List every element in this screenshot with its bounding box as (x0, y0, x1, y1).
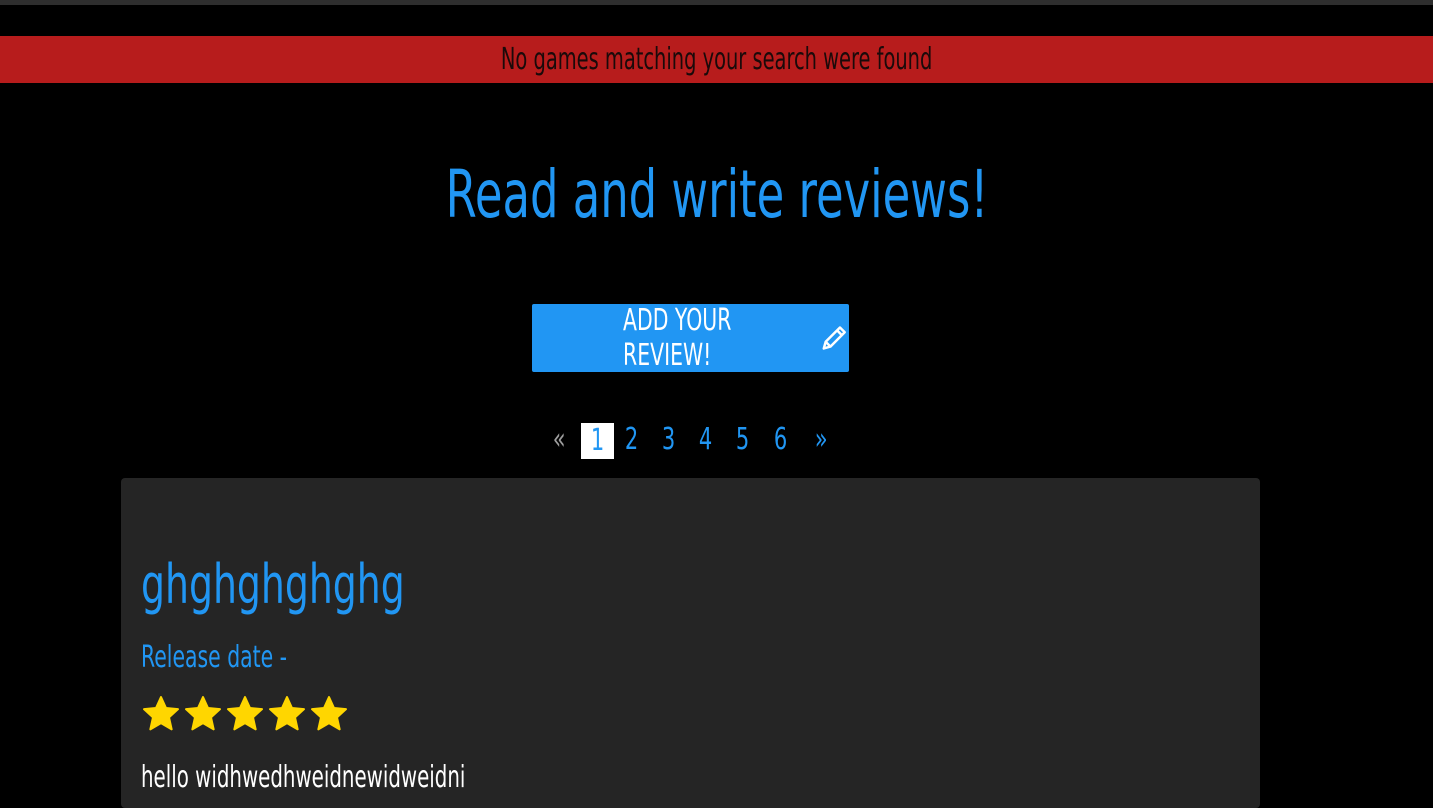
top-border (0, 0, 1433, 5)
pagination-prev[interactable]: « (544, 420, 574, 460)
page-headline: Read and write reviews! (0, 150, 1433, 240)
headline-text: Read and write reviews! (445, 156, 988, 233)
star-icon (143, 696, 179, 731)
pagination: « 1 2 3 4 5 6 » (0, 420, 1433, 460)
pagination-next[interactable]: » (806, 420, 836, 460)
star-icon (185, 696, 221, 731)
alert-message: No games matching your search were found (500, 42, 933, 77)
page-link-2[interactable]: 2 (617, 420, 647, 460)
pencil-icon (822, 326, 846, 350)
review-body: hello widhwedhweidnewidweidni (141, 760, 466, 795)
star-icon (227, 696, 263, 731)
page-link-4[interactable]: 4 (691, 420, 721, 460)
page-link-6[interactable]: 6 (766, 420, 796, 460)
page-link-3[interactable]: 3 (654, 420, 684, 460)
star-icon (311, 696, 347, 731)
add-review-label: ADD YOUR REVIEW! (623, 303, 732, 373)
star-icon (269, 696, 305, 731)
review-game-title[interactable]: ghghghghghg (141, 550, 518, 620)
page-link-1[interactable]: 1 (581, 423, 614, 459)
add-review-button[interactable]: ADD YOUR REVIEW! (532, 303, 849, 373)
review-card: ghghghghghg Release date - hello widhwed… (121, 478, 1260, 808)
page-link-5[interactable]: 5 (728, 420, 758, 460)
release-date: Release date - (141, 640, 288, 675)
star-rating (141, 694, 349, 734)
no-results-alert: No games matching your search were found (0, 36, 1433, 83)
